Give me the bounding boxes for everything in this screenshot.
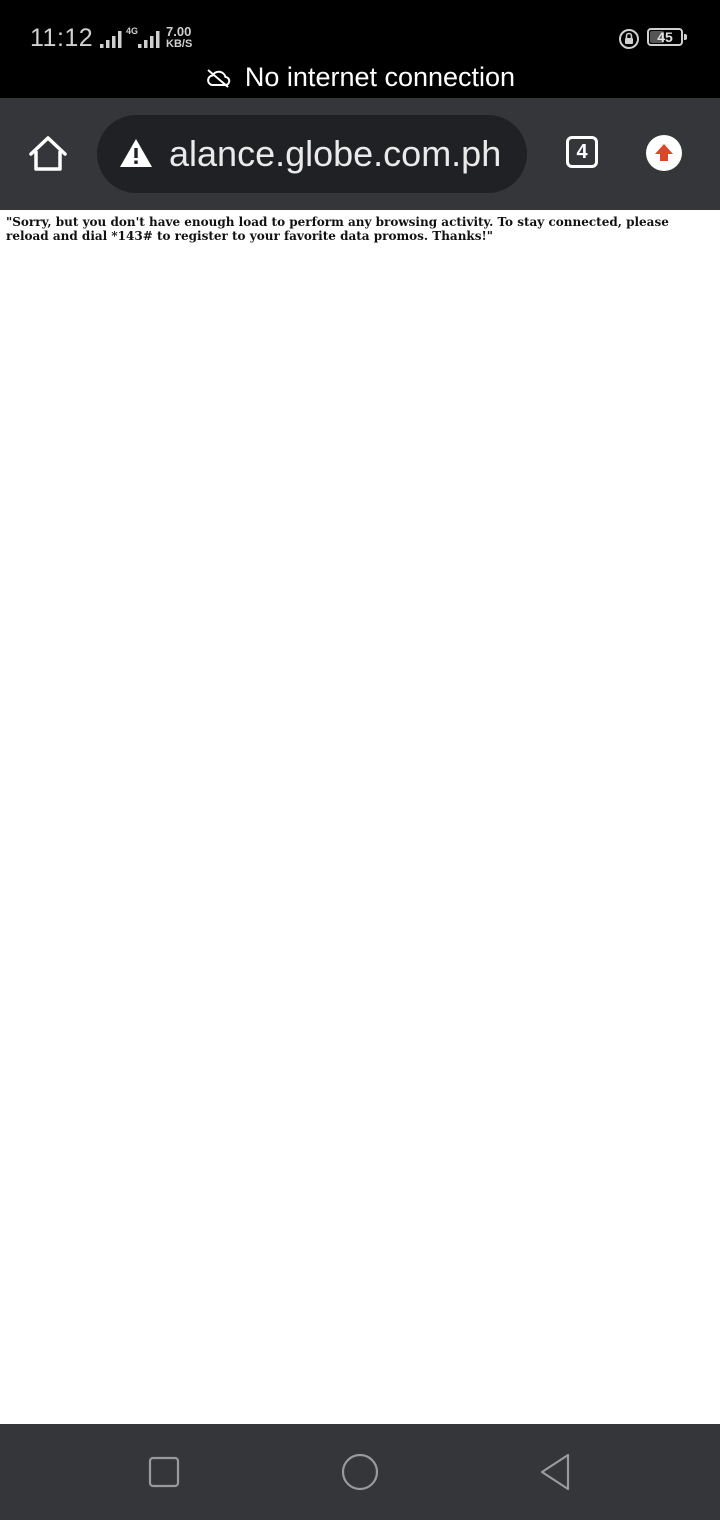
tab-switcher-button[interactable]: 4 — [566, 136, 598, 168]
offline-message: No internet connection — [244, 62, 516, 92]
navigation-bar — [0, 1424, 720, 1520]
network-speed: 7.00 KB/S — [166, 24, 193, 50]
network-speed-value: 7.00 — [166, 24, 192, 39]
battery-tip — [684, 34, 687, 40]
offline-banner: No internet connection — [0, 62, 720, 96]
signal-icon — [100, 31, 122, 48]
warning-icon[interactable] — [119, 137, 153, 169]
network-type-label: 4G — [126, 26, 139, 36]
page-message: "Sorry, but you don't have enough load t… — [6, 215, 669, 243]
battery-level: 45 — [657, 29, 673, 45]
recent-apps-icon[interactable] — [144, 1452, 184, 1492]
battery-icon: 45 — [647, 28, 683, 46]
rotation-lock-icon — [619, 29, 639, 49]
status-time: 11:12 — [30, 24, 94, 52]
signal-icon — [138, 31, 160, 48]
home-circle-icon[interactable] — [340, 1452, 380, 1492]
back-icon[interactable] — [536, 1452, 576, 1492]
browser-toolbar: alance.globe.com.ph 4 — [0, 98, 720, 210]
update-button[interactable] — [646, 135, 682, 171]
status-bar: 11:12 4G 7.00 KB/S 45 No internet connec… — [0, 0, 720, 98]
url-text[interactable]: alance.globe.com.ph — [169, 133, 501, 175]
web-page: "Sorry, but you don't have enough load t… — [0, 210, 720, 1424]
cloud-off-icon — [207, 68, 231, 88]
home-icon[interactable] — [26, 132, 70, 176]
address-bar[interactable]: alance.globe.com.ph — [97, 115, 527, 193]
phone-screen: 11:12 4G 7.00 KB/S 45 No internet connec… — [0, 0, 720, 1520]
update-arrow-icon — [655, 144, 673, 161]
network-speed-unit: KB/S — [166, 38, 193, 50]
